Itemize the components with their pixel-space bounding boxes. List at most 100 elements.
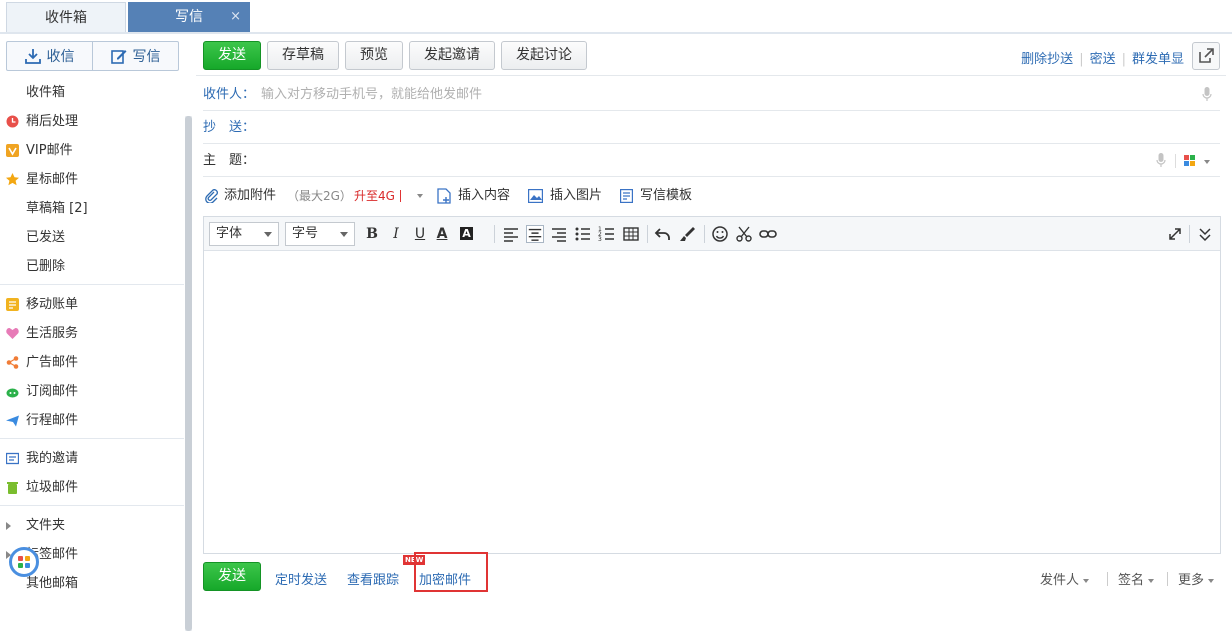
- fullscreen-icon[interactable]: [1166, 225, 1184, 243]
- sidebar-item-later[interactable]: 稍后处理: [0, 107, 184, 136]
- table-icon[interactable]: [622, 225, 640, 243]
- preview-button[interactable]: 预览: [345, 41, 403, 70]
- sidebar-item-folders[interactable]: 文件夹: [0, 511, 184, 540]
- attachment-dropdown-icon[interactable]: [417, 194, 423, 198]
- sidebar-item-trips[interactable]: 行程邮件: [0, 406, 184, 435]
- receive-button[interactable]: 收信: [7, 42, 92, 70]
- align-left-icon[interactable]: [502, 225, 520, 243]
- folder-label: 垃圾邮件: [26, 480, 79, 495]
- insert-content-icon: [437, 188, 451, 204]
- align-right-icon[interactable]: [550, 225, 568, 243]
- sidebar-item-vip[interactable]: VIP邮件: [0, 136, 184, 165]
- group-single-link[interactable]: 群发单显: [1132, 52, 1184, 67]
- sender-label: 发件人: [1040, 573, 1080, 588]
- sidebar-item-invites[interactable]: 我的邀请: [0, 444, 184, 473]
- more-select[interactable]: 更多: [1178, 569, 1215, 588]
- sidebar-item-drafts[interactable]: 草稿箱 [2]: [0, 194, 184, 223]
- save-draft-button[interactable]: 存草稿: [267, 41, 339, 70]
- download-icon: [24, 49, 41, 64]
- sidebar-item-ads[interactable]: 广告邮件: [0, 348, 184, 377]
- expand-arrow-icon[interactable]: [6, 522, 11, 530]
- signature-select[interactable]: 签名: [1118, 569, 1155, 588]
- bill-icon: [6, 298, 19, 311]
- sidebar-item-life[interactable]: 生活服务: [0, 319, 184, 348]
- divider: [1167, 572, 1168, 586]
- folder-label: 星标邮件: [26, 172, 79, 187]
- link-icon[interactable]: [759, 225, 777, 243]
- folder-label: 已发送: [26, 230, 66, 245]
- sidebar-item-subscriptions[interactable]: 订阅邮件: [0, 377, 184, 406]
- tracking-link[interactable]: 查看跟踪: [347, 569, 399, 588]
- plane-icon: [6, 415, 19, 427]
- italic-icon[interactable]: I: [387, 225, 405, 243]
- insert-content-link[interactable]: 插入内容: [458, 182, 510, 210]
- sidebar-item-spam[interactable]: 垃圾邮件: [0, 473, 184, 502]
- numbered-list-icon[interactable]: 123: [598, 225, 616, 243]
- chevron-down-icon: [264, 232, 272, 237]
- template-link[interactable]: 写信模板: [640, 182, 692, 210]
- subject-label: 主 题：: [203, 153, 256, 168]
- invite-icon: [6, 452, 19, 465]
- color-grid-icon[interactable]: [1184, 155, 1196, 167]
- folder-label: 稍后处理: [26, 114, 79, 129]
- format-brush-icon[interactable]: [678, 225, 696, 243]
- add-attachment-link[interactable]: 添加附件: [224, 182, 276, 210]
- bold-icon[interactable]: B: [363, 225, 381, 243]
- divider: [1189, 225, 1190, 243]
- send-button[interactable]: 发送: [203, 41, 261, 70]
- chevron-down-icon[interactable]: [1204, 160, 1210, 164]
- sender-select[interactable]: 发件人: [1040, 569, 1090, 588]
- sidebar-item-inbox[interactable]: 收件箱: [0, 78, 184, 107]
- highlight-color-icon[interactable]: A: [460, 227, 473, 240]
- recipient-input[interactable]: 输入对方移动手机号，就能给他发邮件: [261, 87, 482, 102]
- scissors-icon[interactable]: [735, 225, 753, 243]
- microphone-icon[interactable]: [1202, 87, 1212, 102]
- upgrade-link[interactable]: 升至4G: [354, 182, 395, 210]
- attachment-limit: （最大2G）: [287, 189, 352, 203]
- folder-label: 行程邮件: [26, 413, 79, 428]
- font-size-select[interactable]: 字号: [285, 222, 355, 246]
- template-icon: [620, 189, 633, 203]
- insert-image-link[interactable]: 插入图片: [550, 182, 602, 210]
- tab-inbox[interactable]: 收件箱: [6, 2, 126, 32]
- font-color-icon[interactable]: A: [433, 225, 451, 243]
- attachment-row: 添加附件 （最大2G） 升至4G 插入内容 插入图片 写信模板: [203, 182, 1220, 210]
- bcc-link[interactable]: 密送: [1090, 52, 1116, 67]
- compose-button[interactable]: 写信: [92, 42, 178, 70]
- recipient-field[interactable]: 收件人： 输入对方移动手机号，就能给他发邮件: [203, 78, 1220, 111]
- scheduled-send-link[interactable]: 定时发送: [275, 569, 327, 588]
- cc-field[interactable]: 抄 送：: [203, 111, 1220, 144]
- edit-icon: [110, 50, 126, 64]
- double-chevron-down-icon[interactable]: [1196, 225, 1214, 243]
- divider: [704, 225, 705, 243]
- scrollbar-thumb[interactable]: [185, 116, 192, 631]
- popout-button[interactable]: [1192, 42, 1220, 70]
- tab-compose[interactable]: 写信 ×: [128, 2, 250, 32]
- sidebar-item-deleted[interactable]: 已删除: [0, 252, 184, 281]
- editor-body[interactable]: [204, 252, 1220, 553]
- discussion-button[interactable]: 发起讨论: [501, 41, 587, 70]
- apps-grid-icon[interactable]: [9, 547, 39, 577]
- sidebar-scrollbar[interactable]: [185, 116, 192, 631]
- invite-button[interactable]: 发起邀请: [409, 41, 495, 70]
- divider: [400, 190, 401, 202]
- undo-icon[interactable]: [654, 225, 672, 243]
- rich-text-editor: 字体 字号 B I U A A 123: [203, 216, 1221, 554]
- sidebar-item-sent[interactable]: 已发送: [0, 223, 184, 252]
- microphone-icon[interactable]: [1156, 153, 1166, 168]
- folder-list: 收件箱 稍后处理 VIP邮件 星标邮件 草稿箱 [2] 已发送 已删除 移动账单…: [0, 78, 184, 598]
- subject-field[interactable]: 主 题：: [203, 144, 1220, 177]
- close-icon[interactable]: ×: [230, 2, 241, 32]
- send-button-bottom[interactable]: 发送: [203, 562, 261, 591]
- font-select[interactable]: 字体: [209, 222, 279, 246]
- sidebar-item-bills[interactable]: 移动账单: [0, 290, 184, 319]
- align-center-icon[interactable]: [526, 225, 544, 243]
- cc-label[interactable]: 抄 送：: [203, 120, 255, 135]
- delete-cc-link[interactable]: 删除抄送: [1021, 52, 1073, 67]
- bullet-list-icon[interactable]: [574, 225, 592, 243]
- recipient-label[interactable]: 收件人：: [203, 87, 255, 102]
- folder-label: 订阅邮件: [26, 384, 79, 399]
- emoji-icon[interactable]: [711, 225, 729, 243]
- sidebar-item-starred[interactable]: 星标邮件: [0, 165, 184, 194]
- underline-icon[interactable]: U: [411, 225, 429, 243]
